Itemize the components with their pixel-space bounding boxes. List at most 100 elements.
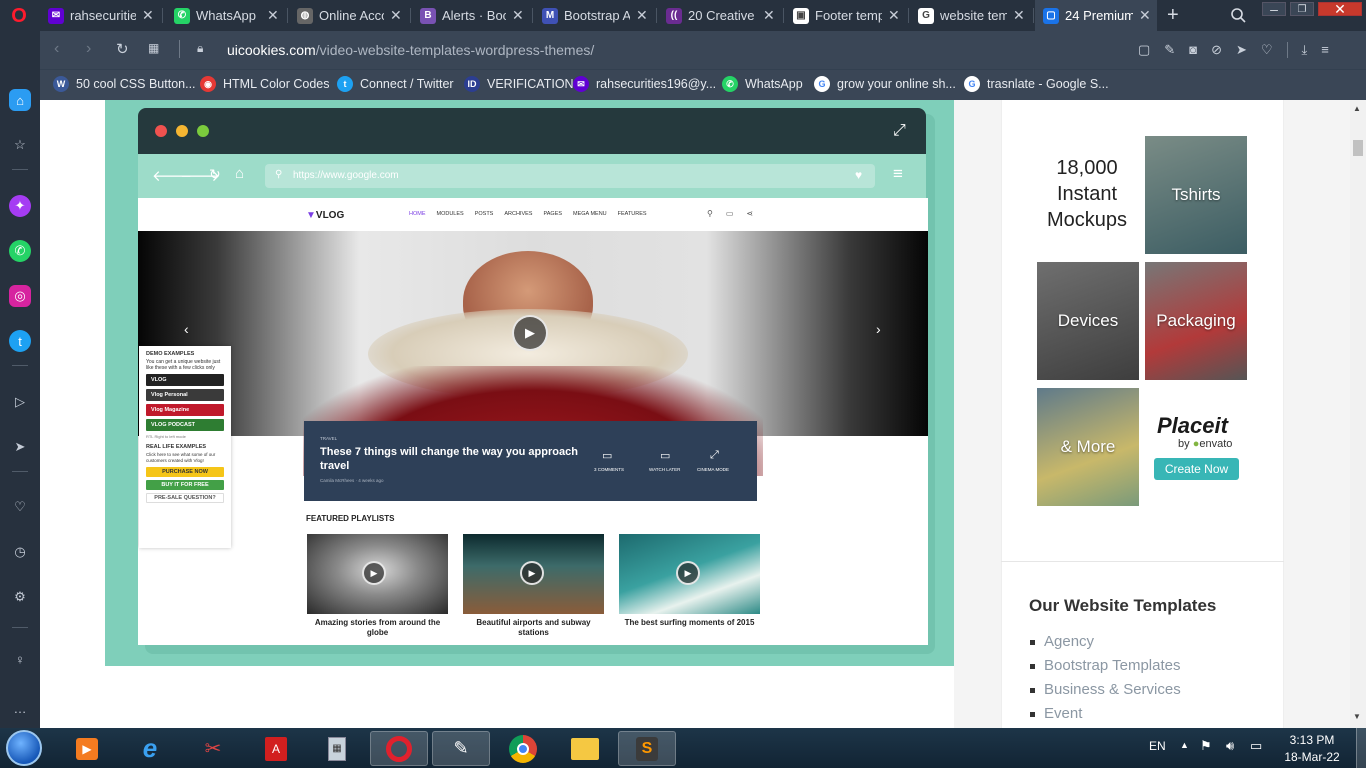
- send-icon[interactable]: ➤: [9, 436, 31, 458]
- camera-icon[interactable]: ◙: [1189, 42, 1197, 58]
- tab-search-icon[interactable]: [1231, 0, 1246, 31]
- playlist-thumb[interactable]: ▶: [463, 534, 604, 614]
- bookmark-item[interactable]: ✆ WhatsApp: [722, 76, 803, 92]
- bookmark-item[interactable]: ID VERIFICATION: [464, 76, 574, 92]
- ad-tile[interactable]: & More: [1037, 388, 1139, 506]
- browser-tab[interactable]: M Bootstrap Ale ✕: [534, 0, 654, 31]
- forward-icon[interactable]: ›: [86, 40, 91, 58]
- messenger-icon[interactable]: ✦: [9, 195, 31, 217]
- file-explorer-icon[interactable]: [556, 731, 614, 766]
- browser-tab[interactable]: ✆ WhatsApp ✕: [166, 0, 285, 31]
- history-icon[interactable]: ◷: [9, 541, 31, 563]
- template-link[interactable]: Business & Services: [1044, 681, 1181, 698]
- block-icon[interactable]: ⊘: [1211, 42, 1222, 58]
- opera-logo-icon[interactable]: O: [8, 5, 30, 27]
- network-icon[interactable]: ▭: [1250, 738, 1262, 754]
- template-link[interactable]: Event: [1044, 705, 1082, 722]
- template-link[interactable]: Agency: [1044, 633, 1094, 650]
- reload-icon[interactable]: ↻: [116, 40, 129, 58]
- bookmark-item[interactable]: Gtrasnlate - Google S...: [964, 76, 1109, 92]
- bookmark-item[interactable]: t Connect / Twitter: [337, 76, 454, 92]
- media-player-icon[interactable]: ▶: [58, 731, 116, 766]
- browser-tab[interactable]: ◍ Online Accou ✕: [289, 0, 408, 31]
- browser-tab[interactable]: Gwebsite temp ✕: [910, 0, 1031, 31]
- new-tab-button[interactable]: +: [1167, 0, 1179, 31]
- close-tab-icon[interactable]: ✕: [1139, 7, 1153, 24]
- close-tab-icon[interactable]: ✕: [512, 7, 526, 24]
- question-button[interactable]: PRE-SALE QUESTION?: [146, 493, 224, 503]
- browser-tab[interactable]: B Alerts · Boots ✕: [412, 0, 530, 31]
- scrollbar-thumb[interactable]: [1353, 140, 1363, 156]
- download-icon[interactable]: ⤓: [1302, 42, 1308, 58]
- close-window-button[interactable]: ✕: [1318, 1, 1362, 17]
- send-icon[interactable]: ➤: [1236, 42, 1247, 58]
- settings-icon[interactable]: ⚙: [9, 586, 31, 608]
- instagram-icon[interactable]: ◎: [9, 285, 31, 307]
- volume-icon[interactable]: 🔊︎: [1226, 738, 1234, 754]
- opera-taskbar-icon[interactable]: [370, 731, 428, 766]
- calculator-icon[interactable]: ▦: [308, 731, 366, 766]
- tray-arrow-icon[interactable]: ▲: [1180, 740, 1189, 750]
- speed-dial-icon[interactable]: ▦: [148, 41, 159, 55]
- scroll-up-icon[interactable]: ▲: [1353, 104, 1361, 113]
- browser-tab[interactable]: ✉ rahsecurities1 ✕: [40, 0, 160, 31]
- playlist-thumb[interactable]: ▶: [307, 534, 448, 614]
- clock-date[interactable]: 18-Mar-22: [1280, 750, 1344, 764]
- next-slide-icon[interactable]: ›: [876, 321, 881, 337]
- demo-item[interactable]: VLOG PODCAST: [146, 419, 224, 431]
- free-button[interactable]: BUY IT FOR FREE: [146, 480, 224, 490]
- close-tab-icon[interactable]: ✕: [267, 7, 281, 24]
- lightbulb-icon[interactable]: ♀: [9, 648, 31, 670]
- create-now-button[interactable]: Create Now: [1154, 458, 1239, 480]
- heart-icon[interactable]: ♡: [1261, 42, 1273, 58]
- browser-tab[interactable]: ▣ Footer templ ✕: [785, 0, 906, 31]
- browser-tab[interactable]: ▢ 24 Premium V ✕: [1035, 0, 1157, 31]
- close-tab-icon[interactable]: ✕: [1013, 7, 1027, 24]
- close-tab-icon[interactable]: ✕: [763, 7, 777, 24]
- language-indicator[interactable]: EN: [1149, 739, 1166, 753]
- featured-article[interactable]: TRAVEL These 7 things will change the wa…: [304, 421, 757, 501]
- flag-icon[interactable]: ⚑: [1200, 738, 1212, 754]
- show-desktop-button[interactable]: [1356, 728, 1366, 768]
- chrome-icon[interactable]: [494, 731, 552, 766]
- close-tab-icon[interactable]: ✕: [142, 7, 156, 24]
- bookmark-item[interactable]: ◉ HTML Color Codes: [200, 76, 330, 92]
- ad-tile[interactable]: Tshirts: [1145, 136, 1247, 254]
- playlist-thumb[interactable]: ▶: [619, 534, 760, 614]
- close-tab-icon[interactable]: ✕: [390, 7, 404, 24]
- player-icon[interactable]: ▷: [9, 391, 31, 413]
- ad-tile[interactable]: Packaging: [1145, 262, 1247, 380]
- prev-slide-icon[interactable]: ‹: [184, 321, 189, 337]
- acrobat-icon[interactable]: A: [247, 731, 305, 766]
- start-button[interactable]: [6, 730, 42, 766]
- paint-icon[interactable]: ✎: [432, 731, 490, 766]
- snipping-tool-icon[interactable]: ✂: [184, 731, 242, 766]
- bookmark-item[interactable]: Ggrow your online sh...: [814, 76, 956, 92]
- maximize-button[interactable]: ❐: [1290, 2, 1314, 16]
- whatsapp-icon[interactable]: ✆: [9, 240, 31, 262]
- more-icon[interactable]: …: [9, 697, 31, 719]
- demo-item[interactable]: Vlog Magazine: [146, 404, 224, 416]
- bookmark-item[interactable]: ✉ rahsecurities196@y...: [573, 76, 716, 92]
- ad-tile[interactable]: Devices: [1037, 262, 1139, 380]
- twitter-icon[interactable]: t: [9, 330, 31, 352]
- purchase-button[interactable]: PURCHASE NOW: [146, 467, 224, 477]
- reader-icon[interactable]: ▢: [1138, 42, 1150, 58]
- back-icon[interactable]: ‹: [54, 40, 59, 58]
- lock-icon[interactable]: 🔒︎: [197, 41, 203, 56]
- sublime-text-icon[interactable]: S: [618, 731, 676, 766]
- internet-explorer-icon[interactable]: e: [121, 731, 179, 766]
- bookmark-item[interactable]: W 50 cool CSS Button...: [53, 76, 196, 92]
- play-icon[interactable]: ▶: [512, 315, 548, 351]
- close-tab-icon[interactable]: ✕: [888, 7, 902, 24]
- edit-icon[interactable]: ✎: [1164, 42, 1175, 58]
- heart-icon[interactable]: ♡: [9, 496, 31, 518]
- template-link[interactable]: Bootstrap Templates: [1044, 657, 1180, 674]
- page-scrollbar[interactable]: ▲ ▼: [1350, 100, 1366, 728]
- browser-tab[interactable]: ((20 Creative F ✕: [658, 0, 781, 31]
- demo-item[interactable]: Vlog Personal: [146, 389, 224, 401]
- minimize-button[interactable]: –: [1262, 1, 1286, 17]
- menu-icon[interactable]: ≡: [1321, 42, 1329, 58]
- scroll-down-icon[interactable]: ▼: [1353, 712, 1361, 721]
- url-field[interactable]: uicookies.com/video-website-templates-wo…: [227, 42, 594, 58]
